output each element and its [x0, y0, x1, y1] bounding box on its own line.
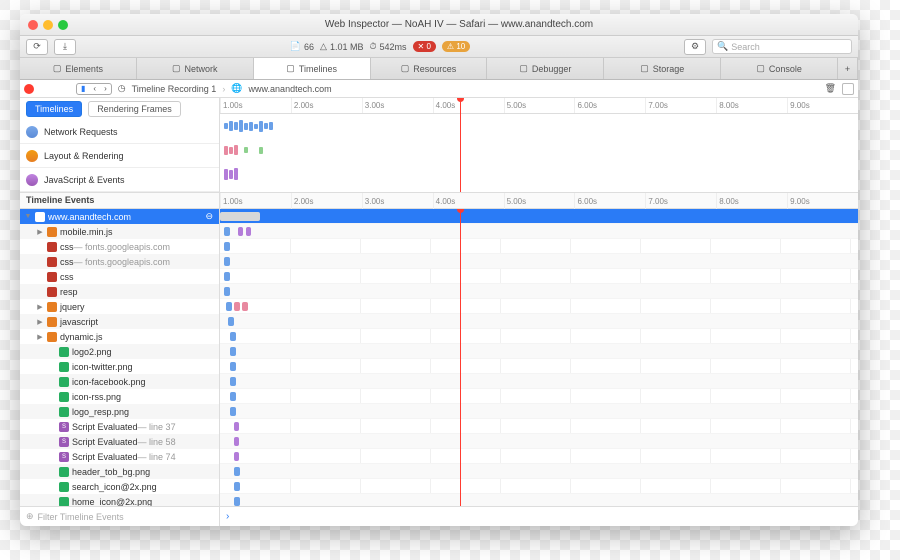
doc-count: 📄 66	[290, 41, 314, 52]
tree-row[interactable]: SScript Evaluated — line 37	[20, 419, 219, 434]
tab-resources[interactable]: ▢Resources	[371, 58, 488, 79]
tab-storage[interactable]: ▢Storage	[604, 58, 721, 79]
tree-row[interactable]: logo_resp.png	[20, 404, 219, 419]
tree-row[interactable]: ▶javascript	[20, 314, 219, 329]
tree-row[interactable]: css — fonts.googleapis.com	[20, 239, 219, 254]
timer-icon: ◷	[118, 83, 126, 94]
overview: Timelines Rendering Frames Network Reque…	[20, 98, 858, 193]
playhead[interactable]	[460, 98, 461, 192]
close-icon[interactable]	[28, 20, 38, 30]
expand-button[interactable]: ›	[226, 511, 229, 522]
main-tabs: ▢Elements▢Network▢Timelines▢Resources▢De…	[20, 58, 858, 80]
seg-rendering-frames[interactable]: Rendering Frames	[88, 101, 181, 117]
tree-row[interactable]: search_icon@2x.png	[20, 479, 219, 494]
tab-console[interactable]: ▢Console	[721, 58, 838, 79]
warning-badge[interactable]: ⚠ 10	[442, 41, 470, 52]
overview-2[interactable]: JavaScript & Events	[20, 168, 219, 192]
zoom-icon[interactable]	[58, 20, 68, 30]
tab-timelines[interactable]: ▢Timelines	[254, 58, 371, 79]
tab-add[interactable]: +	[838, 58, 858, 79]
tree-row[interactable]: icon-twitter.png	[20, 359, 219, 374]
tree-row[interactable]: SScript Evaluated — line 74	[20, 449, 219, 464]
tree-row[interactable]: header_tob_bg.png	[20, 464, 219, 479]
tab-elements[interactable]: ▢Elements	[20, 58, 137, 79]
inspector-window: Web Inspector — NoAH IV — Safari — www.a…	[20, 14, 858, 526]
nav-first-button[interactable]: ▮	[77, 84, 89, 94]
download-button[interactable]: ⤓	[54, 39, 76, 55]
tree-row[interactable]: icon-facebook.png	[20, 374, 219, 389]
overview-0[interactable]: Network Requests	[20, 120, 219, 144]
tree-row[interactable]: css — fonts.googleapis.com	[20, 254, 219, 269]
search-input[interactable]: 🔍Search	[712, 39, 852, 54]
globe-icon: 🌐	[231, 83, 242, 94]
tab-network[interactable]: ▢Network	[137, 58, 254, 79]
nav-segment: ▮ ‹ ›	[76, 83, 112, 95]
tree-row[interactable]: ▶mobile.min.js	[20, 224, 219, 239]
event-tree: ▼www.anandtech.com⊖▶mobile.min.jscss — f…	[20, 209, 858, 506]
tree-row[interactable]: home_icon@2x.png	[20, 494, 219, 506]
tree-row[interactable]: resp	[20, 284, 219, 299]
panel-toggle-button[interactable]	[842, 83, 854, 95]
minimize-icon[interactable]	[43, 20, 53, 30]
traffic-lights	[28, 20, 68, 30]
tree-row[interactable]: ▶dynamic.js	[20, 329, 219, 344]
footer: ⊕ Filter Timeline Events ›	[20, 506, 858, 526]
path-bar: ▮ ‹ › ◷ Timeline Recording 1 › 🌐 www.ana…	[20, 80, 858, 98]
playhead-lower[interactable]	[460, 209, 461, 506]
search-icon: 🔍	[717, 41, 728, 52]
filter-input[interactable]: Filter Timeline Events	[38, 512, 124, 522]
overview-1[interactable]: Layout & Rendering	[20, 144, 219, 168]
nav-back-button[interactable]: ‹	[89, 84, 100, 94]
settings-button[interactable]: ⚙	[684, 39, 706, 55]
window-title: Web Inspector — NoAH IV — Safari — www.a…	[68, 19, 850, 30]
tab-debugger[interactable]: ▢Debugger	[487, 58, 604, 79]
record-button[interactable]	[24, 84, 34, 94]
error-badge[interactable]: ✕ 0	[413, 41, 436, 52]
path-recording[interactable]: Timeline Recording 1	[132, 84, 217, 94]
path-site[interactable]: www.anandtech.com	[249, 84, 332, 94]
tree-row[interactable]: ▶jquery	[20, 299, 219, 314]
filter-icon: ⊕	[26, 511, 34, 522]
tree-row[interactable]: SScript Evaluated — line 58	[20, 434, 219, 449]
tree-row[interactable]: ▼www.anandtech.com⊖	[20, 209, 219, 224]
titlebar: Web Inspector — NoAH IV — Safari — www.a…	[20, 14, 858, 36]
tree-row[interactable]: logo2.png	[20, 344, 219, 359]
seg-timelines[interactable]: Timelines	[26, 101, 82, 117]
nav-fwd-button[interactable]: ›	[100, 84, 111, 94]
time-stat: ⏱ 542ms	[369, 41, 406, 52]
size-stat: △ 1.01 MB	[320, 41, 363, 52]
toolbar: ⟳ ⤓ 📄 66 △ 1.01 MB ⏱ 542ms ✕ 0 ⚠ 10 ⚙ 🔍S…	[20, 36, 858, 58]
content: Timelines Rendering Frames Network Reque…	[20, 98, 858, 526]
reload-button[interactable]: ⟳	[26, 39, 48, 55]
events-header: Timeline Events 1.00s2.00s3.00s4.00s5.00…	[20, 193, 858, 209]
trash-button[interactable]: 🗑	[825, 83, 836, 94]
tree-row[interactable]: css	[20, 269, 219, 284]
tree-row[interactable]: icon-rss.png	[20, 389, 219, 404]
